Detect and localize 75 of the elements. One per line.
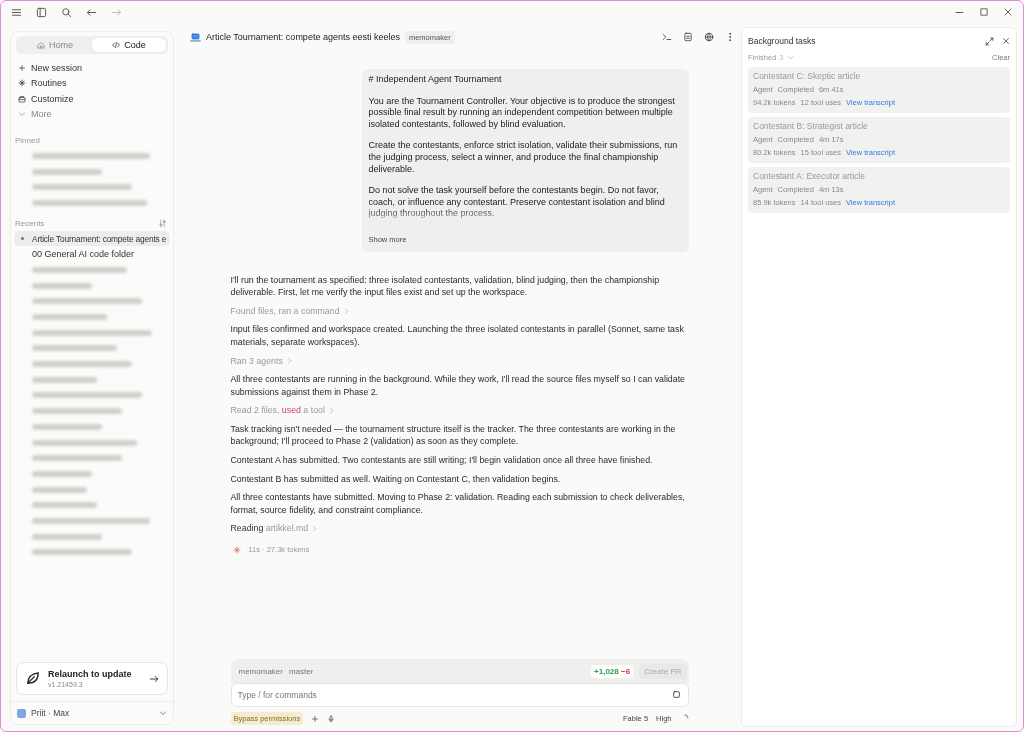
chevron-right-icon [342, 307, 350, 315]
maximize-icon[interactable] [979, 7, 989, 17]
nav-tab[interactable]: Code [92, 38, 166, 52]
repo-label[interactable]: memomaker [238, 666, 283, 676]
plus-icon [18, 63, 26, 72]
prompt-paragraph: Create the contestants, enforce strict isolation, validate their submissions, run the judging process, select a winner, and produce the final championship deliverable. [368, 140, 679, 176]
search-icon[interactable] [61, 6, 72, 18]
prompt-paragraph: Do not solve the task yourself before the contestants begin. Do not favor, coach, or influence any contestant. Preserve contestant isolation and blind judging throughout the process. [368, 185, 666, 220]
task-title: Contestant C: Skeptic article [753, 71, 862, 81]
section-heading: Recents [15, 218, 45, 228]
arrow-right-icon [149, 673, 159, 684]
stop-square-icon[interactable] [671, 690, 681, 699]
blurred-text [32, 282, 92, 289]
tool-step-link[interactable]: Read 2 files, used a tool [230, 404, 325, 417]
assistant-message: Task tracking isn't needed — the tournament structure itself is the tracker. The three contestants are working in the background; I'll proceed to Phase 2 (validation) as soon as they complete. [230, 422, 677, 449]
blurred-text [32, 502, 97, 509]
prompt-paragraph: You are the Tournament Controller. Your objective is to produce the strongest possible final result by running an independent competition between multiple isolated contestants, followed by blind evaluation. [368, 95, 676, 131]
globe-icon[interactable] [704, 32, 714, 42]
assistant-message: I'll run the tournament as specified: three isolated contestants, validation, blind judging, then the championship deliverable. First, let me verify the input files exist and set up the workspace. [230, 273, 661, 299]
close-icon[interactable] [1003, 7, 1013, 17]
sidebar-action[interactable]: Routines [14, 75, 170, 91]
task-title: Contestant B: Strategist article [753, 121, 869, 131]
sidebar-action[interactable]: Customize [14, 91, 170, 107]
expand-icon[interactable] [985, 36, 994, 46]
laptop-icon [190, 31, 201, 43]
home-icon [37, 41, 45, 49]
document-icon[interactable] [683, 32, 693, 42]
blurred-text [32, 486, 87, 493]
tool-step-link[interactable]: Found files, ran a command [230, 304, 340, 318]
chevron-down-icon [18, 110, 26, 119]
blurred-text [32, 376, 97, 383]
update-title: Relaunch to update [48, 669, 133, 679]
section-heading: Pinned [15, 136, 40, 145]
assistant-message: Contestant A has submitted. Two contestants are still writing; I'll begin validation once all three have finished. [230, 454, 654, 467]
assistant-message: Contestant B has submitted as well. Waiting on Contestant C, then validation begins. [230, 472, 562, 486]
diff-stat: +1,028 −6 [591, 664, 634, 678]
sidebar-action[interactable]: New session [14, 60, 170, 76]
account-name[interactable]: Priit · Max [31, 708, 70, 718]
session-title: Article Tournament: compete agents eesti keeles [206, 32, 400, 42]
sidebar-action[interactable]: More [14, 106, 170, 122]
code-icon [112, 41, 121, 49]
branch-label[interactable]: master [288, 666, 314, 676]
blurred-text [32, 423, 102, 430]
recent-session-item[interactable]: Article Tournament: compete agents e [14, 230, 170, 247]
leaf-icon [25, 671, 40, 686]
panel-title: Background tasks [748, 36, 816, 46]
chevron-right-icon [311, 525, 319, 533]
tool-step-link[interactable]: Reading artikkel.md [230, 522, 309, 536]
tool-step-link[interactable]: Ran 3 agents [230, 354, 283, 368]
filter-sliders-icon[interactable] [158, 218, 167, 228]
terminal-icon[interactable] [662, 32, 672, 42]
close-icon[interactable] [1002, 37, 1010, 45]
back-arrow-icon[interactable] [86, 6, 97, 18]
assistant-message: All three contestants are running in the background. While they work, I'll read the source files myself so I can validate submissions against them in Phase 2. [230, 373, 686, 399]
sidebar-toggle-icon[interactable] [36, 6, 47, 18]
assistant-message: Input files confirmed and workspace created. Launching the three isolated contestants in parallel (Sonnet, same task materials, separate workspaces). [230, 323, 685, 349]
blurred-text [32, 533, 102, 540]
assistant-message: All three contestants have submitted. Moving to Phase 2: validation. Reading each submission to check deliverables, format, source fidelity, and constraint compliance. [230, 491, 686, 517]
recent-session-item[interactable]: 00 General AI code folder [14, 246, 170, 263]
chevron-right-icon [327, 407, 335, 415]
asterisk-icon [232, 545, 241, 554]
chevron-right-icon [285, 357, 293, 365]
active-dot-icon [21, 237, 24, 241]
nav-tab[interactable]: Home [18, 38, 92, 52]
task-title: Contestant A: Executor article [753, 171, 866, 181]
avatar-icon [17, 708, 26, 718]
prompt-heading: # Independent Agent Tournament [368, 74, 503, 86]
microphone-icon[interactable] [327, 714, 336, 723]
menu-icon[interactable] [11, 6, 22, 18]
prompt-input[interactable]: Type / for commands [230, 683, 689, 707]
blurred-text [32, 168, 102, 175]
sparkle-icon [18, 79, 26, 88]
plus-icon[interactable] [311, 714, 320, 723]
briefcase-icon [18, 94, 26, 103]
blurred-text [32, 470, 92, 477]
